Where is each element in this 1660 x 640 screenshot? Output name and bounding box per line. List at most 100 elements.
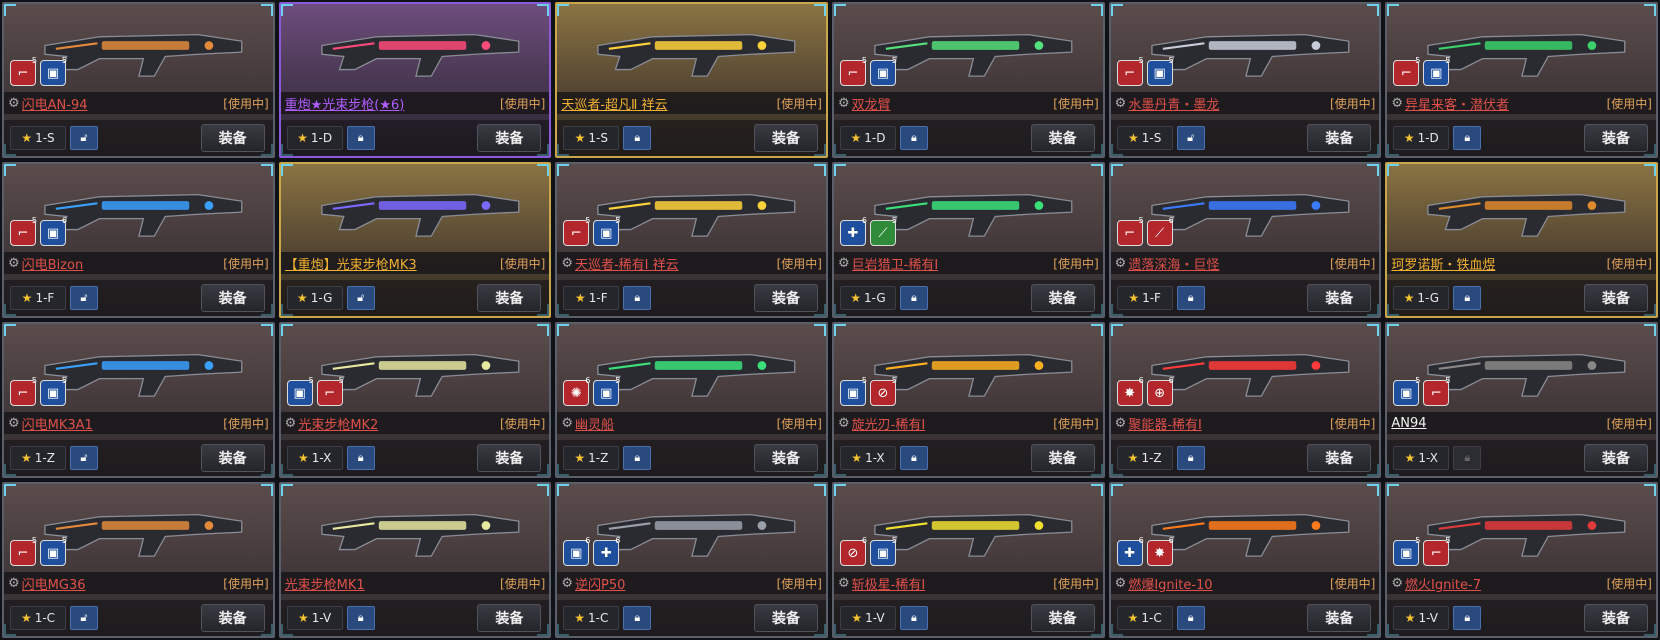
- lock-icon[interactable]: 🔒︎: [623, 126, 652, 150]
- weapon-card[interactable]: ▣ 6 ✚ 6 ⚙ 逆闪P50 [使用中] ★ 1-C 🔒︎ 装备: [555, 482, 828, 638]
- lock-icon[interactable]: 🔒︎: [346, 126, 375, 150]
- unlock-icon[interactable]: 🔓︎: [70, 126, 98, 150]
- equip-button[interactable]: 装备: [1030, 444, 1095, 472]
- mod-icon[interactable]: ⌐ 5: [839, 56, 867, 86]
- equip-button[interactable]: 装备: [1583, 124, 1648, 152]
- weapon-card[interactable]: ▣ 5 ⌐ 5 AN94 [使用中] ★ 1-X 🔒︎ 装备: [1385, 322, 1658, 478]
- weapon-name[interactable]: 聚能器-稀有Ⅰ: [1128, 414, 1330, 433]
- weapon-card[interactable]: ⌐ 5 ▣ 5 ⚙ 异星来客・潜伏者 [使用中] ★ 1-D 🔒︎ 装备: [1385, 2, 1658, 158]
- weapon-name[interactable]: 双龙臂: [852, 94, 1054, 113]
- mod-icon[interactable]: ✚ 6: [1116, 536, 1144, 566]
- weapon-card[interactable]: ⌐ 5 ▣ 5 ⚙ 闪电MK3A1 [使用中] ★ 1-Z 🔓︎ 装备: [2, 322, 275, 478]
- mod-icon[interactable]: ⌐ 5: [1116, 216, 1144, 246]
- equip-button[interactable]: 装备: [1307, 124, 1372, 152]
- mod-icon[interactable]: ▣ 5: [839, 376, 867, 406]
- weapon-name[interactable]: 闪电AN-94: [22, 94, 224, 113]
- weapon-card[interactable]: ▣ 5 ⌐ 5 ⚙ 光束步枪MK2 [使用中] ★ 1-X 🔒︎ 装备: [278, 322, 552, 478]
- mod-icon[interactable]: ⊘ 5: [869, 376, 897, 406]
- weapon-card[interactable]: 天巡者-超凡Ⅱ 祥云 [使用中] ★ 1-S 🔒︎ 装备: [555, 2, 828, 158]
- weapon-card[interactable]: ⌐ 5 ▣ 5 ⚙ 闪电AN-94 [使用中] ★ 1-S 🔓︎ 装备: [2, 2, 275, 158]
- mod-icon[interactable]: ▣ 5: [1423, 56, 1450, 86]
- equip-button[interactable]: 装备: [1307, 444, 1372, 472]
- equip-button[interactable]: 装备: [1030, 124, 1095, 152]
- weapon-name[interactable]: 重炮★光束步枪(★6): [285, 94, 500, 113]
- weapon-name[interactable]: 遗落深海・巨怪: [1128, 254, 1330, 273]
- weapon-card[interactable]: ▣ 5 ⊘ 5 ⚙ 旋光刃-稀有Ⅰ [使用中] ★ 1-X 🔒︎ 装备: [831, 322, 1105, 478]
- weapon-name[interactable]: 【重炮】光束步枪MK3: [285, 254, 500, 273]
- lock-icon[interactable]: 🔒︎: [623, 606, 652, 630]
- lock-icon[interactable]: 🔒︎: [1453, 606, 1482, 630]
- weapon-card[interactable]: ✸ 6 ⊕ 6 ⚙ 聚能器-稀有Ⅰ [使用中] ★ 1-Z 🔒︎ 装备: [1108, 322, 1382, 478]
- weapon-card[interactable]: 重炮★光束步枪(★6) [使用中] ★ 1-D 🔒︎ 装备: [278, 2, 552, 158]
- mod-icon[interactable]: ✸ 6: [1116, 376, 1144, 406]
- lock-icon[interactable]: 🔒︎: [346, 606, 375, 630]
- equip-button[interactable]: 装备: [1583, 444, 1648, 472]
- mod-icon[interactable]: ✺ 6: [563, 376, 590, 406]
- equip-button[interactable]: 装备: [753, 444, 818, 472]
- equip-button[interactable]: 装备: [477, 604, 542, 632]
- lock-icon[interactable]: 🔒︎: [899, 606, 928, 630]
- mod-icon[interactable]: ▣ 5: [286, 376, 314, 406]
- mod-icon[interactable]: ▣ 5: [1393, 536, 1420, 566]
- mod-icon[interactable]: ▣ 5: [1146, 56, 1174, 86]
- weapon-card[interactable]: ⊘ 6 ▣ 5 ⚙ 斩极星-稀有Ⅰ [使用中] ★ 1-V 🔒︎ 装备: [831, 482, 1105, 638]
- lock-icon[interactable]: 🔒︎: [1453, 286, 1482, 310]
- lock-icon[interactable]: 🔒︎: [346, 446, 375, 470]
- mod-icon[interactable]: ✚ 6: [839, 216, 867, 246]
- equip-button[interactable]: 装备: [1307, 284, 1372, 312]
- weapon-card[interactable]: 珂罗诺斯・铁血煜 [使用中] ★ 1-G 🔒︎ 装备: [1385, 162, 1658, 318]
- weapon-name[interactable]: 幽灵船: [575, 414, 777, 433]
- unlock-icon[interactable]: 🔓︎: [1176, 126, 1205, 150]
- equip-button[interactable]: 装备: [200, 124, 265, 152]
- mod-icon[interactable]: ⌐ 5: [563, 216, 590, 246]
- mod-icon[interactable]: ⌐ 5: [10, 56, 37, 86]
- unlock-icon[interactable]: 🔓︎: [346, 286, 375, 310]
- equip-button[interactable]: 装备: [753, 604, 818, 632]
- unlock-icon[interactable]: 🔓︎: [70, 606, 98, 630]
- weapon-card[interactable]: 【重炮】光束步枪MK3 [使用中] ★ 1-G 🔓︎ 装备: [278, 162, 552, 318]
- mod-icon[interactable]: ⊕ 6: [1146, 376, 1174, 406]
- weapon-name[interactable]: 光束步枪MK2: [298, 414, 500, 433]
- lock-icon[interactable]: 🔒︎: [1176, 286, 1205, 310]
- mod-icon[interactable]: ⌐ 5: [10, 536, 37, 566]
- weapon-card[interactable]: ⌐ 5 ⟋ 6 ⚙ 遗落深海・巨怪 [使用中] ★ 1-F 🔒︎ 装备: [1108, 162, 1382, 318]
- lock-icon[interactable]: 🔒︎: [1176, 446, 1205, 470]
- equip-button[interactable]: 装备: [477, 444, 542, 472]
- weapon-card[interactable]: 光束步枪MK1 [使用中] ★ 1-V 🔒︎ 装备: [278, 482, 552, 638]
- mod-icon[interactable]: ▣ 5: [1393, 376, 1420, 406]
- equip-button[interactable]: 装备: [1583, 604, 1648, 632]
- weapon-name[interactable]: 逆闪P50: [575, 574, 777, 593]
- weapon-card[interactable]: ⌐ 5 ▣ 5 ⚙ 双龙臂 [使用中] ★ 1-D 🔒︎ 装备: [831, 2, 1105, 158]
- mod-icon[interactable]: ⌐ 5: [10, 376, 37, 406]
- weapon-card[interactable]: ⌐ 5 ▣ 6 ⚙ 闪电Bizon [使用中] ★ 1-F 🔓︎ 装备: [2, 162, 275, 318]
- weapon-card[interactable]: ⌐ 5 ▣ 5 ⚙ 闪电MG36 [使用中] ★ 1-C 🔓︎ 装备: [2, 482, 275, 638]
- equip-button[interactable]: 装备: [1583, 284, 1648, 312]
- mod-icon[interactable]: ▣ 5: [593, 376, 620, 406]
- mod-icon[interactable]: ▣ 6: [563, 536, 590, 566]
- equip-button[interactable]: 装备: [200, 444, 265, 472]
- weapon-name[interactable]: 天巡者-稀有Ⅰ 祥云: [575, 254, 777, 273]
- mod-icon[interactable]: ✸ 6: [1146, 536, 1174, 566]
- lock-icon[interactable]: 🔒︎: [1453, 126, 1482, 150]
- weapon-name[interactable]: 闪电Bizon: [22, 254, 224, 273]
- weapon-card[interactable]: ✚ 6 ⟋ 5 ⚙ 巨岩猎卫-稀有Ⅰ [使用中] ★ 1-G 🔒︎ 装备: [831, 162, 1105, 318]
- mod-icon[interactable]: ▣ 5: [40, 376, 67, 406]
- weapon-name[interactable]: 斩极星-稀有Ⅰ: [852, 574, 1054, 593]
- lock-icon[interactable]: 🔒︎: [623, 286, 652, 310]
- equip-button[interactable]: 装备: [477, 284, 542, 312]
- mod-icon[interactable]: ✚ 6: [593, 536, 620, 566]
- mod-icon[interactable]: ⟋ 5: [869, 216, 897, 246]
- equip-button[interactable]: 装备: [200, 284, 265, 312]
- mod-icon[interactable]: ▣ 6: [40, 216, 67, 246]
- lock-icon[interactable]: 🔒︎: [1453, 446, 1482, 470]
- weapon-name[interactable]: 天巡者-超凡Ⅱ 祥云: [561, 94, 776, 113]
- weapon-card[interactable]: ✚ 6 ✸ 6 ⚙ 燃爆Ignite-10 [使用中] ★ 1-C 🔒︎ 装备: [1108, 482, 1382, 638]
- weapon-name[interactable]: 珂罗诺斯・铁血煜: [1391, 254, 1606, 273]
- mod-icon[interactable]: ⟋ 6: [1146, 216, 1174, 246]
- weapon-name[interactable]: 水墨丹青・墨龙: [1128, 94, 1330, 113]
- weapon-card[interactable]: ⌐ 5 ▣ 5 ⚙ 天巡者-稀有Ⅰ 祥云 [使用中] ★ 1-F 🔒︎ 装备: [555, 162, 828, 318]
- unlock-icon[interactable]: 🔓︎: [70, 286, 98, 310]
- equip-button[interactable]: 装备: [477, 124, 542, 152]
- weapon-name[interactable]: 闪电MG36: [22, 574, 224, 593]
- weapon-card[interactable]: ✺ 6 ▣ 5 ⚙ 幽灵船 [使用中] ★ 1-Z 🔒︎ 装备: [555, 322, 828, 478]
